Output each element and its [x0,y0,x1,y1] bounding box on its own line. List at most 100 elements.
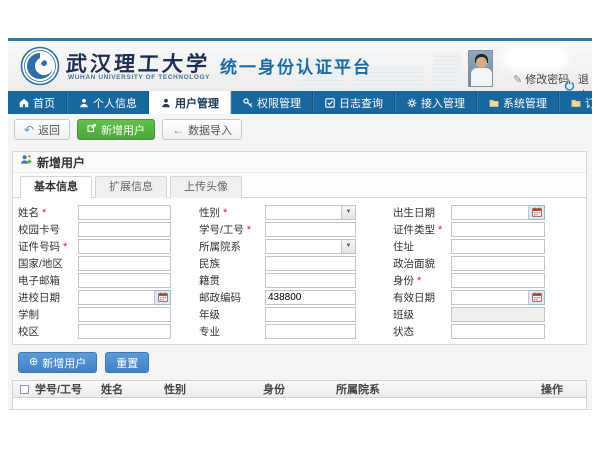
app-window: 武汉理工大学 WUHAN UNIVERSITY OF TECHNOLOGY 统一… [8,38,592,410]
field-label-id-number: 证件号码* [18,239,78,254]
field-label-student-id: 学号/工号* [199,222,265,237]
nav-label: 订阅管理 [585,95,600,111]
field-label-department: 所属院系 [199,239,265,254]
field-label-campus-card: 校园卡号 [18,222,78,237]
col-name: 姓名 [101,381,164,397]
avatar-face [476,57,487,68]
field-label-name: 姓名* [18,205,78,220]
col-identity: 身份 [263,381,336,397]
nav-item-system-management[interactable]: 系统管理 [477,91,559,114]
content-area: ↶ 返回 新增用户 ← 数据导入 新增用户 基本信息 扩展信息 上传头像 [8,114,592,410]
chevron-down-icon[interactable]: ▼ [342,239,356,254]
field-label-grade: 年级 [199,307,265,322]
required-marker: * [417,275,421,287]
native-place-input[interactable] [265,273,356,288]
form-actions: ⊕ 新增用户 重置 [18,352,149,373]
nav-label: 首页 [33,95,55,111]
political-status-input[interactable] [451,256,545,271]
left-arrow-icon: ← [172,124,184,136]
tab-upload-avatar[interactable]: 上传头像 [170,176,242,198]
nav-item-permission-management[interactable]: 权限管理 [231,91,313,114]
nav-label: 日志查询 [339,95,383,111]
birthdate-input[interactable] [451,205,529,220]
log-check-icon [325,98,335,108]
basic-info-form: 姓名* 性别* ▼ 出生日期 校园卡号 学号/工号* 证件类型* [18,205,581,341]
form-row: 学制 年级 班级 [18,307,581,321]
change-password-link[interactable]: ✎ 修改密码 [513,71,569,87]
new-window-plus-icon [87,123,97,136]
gear-icon [407,98,417,108]
field-label-political-status: 政治面貌 [393,256,451,271]
nav-item-home[interactable]: 首页 [8,91,67,114]
platform-title: 统一身份认证平台 [220,53,372,78]
department-select[interactable] [265,239,342,254]
ethnicity-input[interactable] [265,256,356,271]
calendar-icon[interactable] [155,290,171,305]
form-row: 证件号码* 所属院系 ▼ 住址 [18,239,581,253]
undo-arrow-icon: ↶ [24,124,34,136]
field-label-education-length: 学制 [18,307,78,322]
main-nav: 首页 个人信息 用户管理 权限管理 日志查询 接入管理 系统管理 订阅管理 [8,91,592,114]
class-input[interactable] [451,307,545,322]
nav-label: 个人信息 [93,95,137,111]
campus-input[interactable] [78,324,171,339]
select-all-checkbox[interactable] [20,385,29,394]
form-row: 进校日期 邮政编码 有效日期 [18,290,581,304]
add-user-toolbar-button[interactable]: 新增用户 [77,119,155,140]
field-label-campus: 校区 [18,324,78,339]
nav-item-subscription-management[interactable]: 订阅管理 [559,91,600,114]
education-length-input[interactable] [78,307,171,322]
calendar-icon[interactable] [529,290,545,305]
postal-code-input[interactable] [265,290,356,305]
university-name-en: WUHAN UNIVERSITY OF TECHNOLOGY [68,74,210,81]
col-operation: 操作 [541,381,586,397]
pencil-icon: ✎ [513,73,522,86]
data-import-button[interactable]: ← 数据导入 [162,119,242,140]
gender-select[interactable] [265,205,342,220]
add-user-panel: 新增用户 基本信息 扩展信息 上传头像 姓名* 性别* ▼ 出生日期 [12,151,587,345]
nav-item-personal-info[interactable]: 个人信息 [67,91,149,114]
col-student-id: 学号/工号 [35,381,101,397]
nav-item-access-management[interactable]: 接入管理 [395,91,477,114]
panel-header: 新增用户 [13,152,586,173]
major-input[interactable] [265,324,356,339]
logout-link[interactable]: 退出 [564,71,592,91]
field-label-status: 状态 [393,324,451,339]
nav-label: 权限管理 [257,95,301,111]
name-input[interactable] [78,205,171,220]
col-gender: 性别 [164,381,263,397]
required-marker: * [438,224,442,236]
id-number-input[interactable] [78,239,171,254]
nav-item-log-query[interactable]: 日志查询 [313,91,395,114]
panel-tabs: 基本信息 扩展信息 上传头像 [13,173,586,198]
form-row: 电子邮箱 籍贯 身份* [18,273,581,287]
back-button[interactable]: ↶ 返回 [14,119,70,140]
entry-date-input[interactable] [78,290,155,305]
nav-label: 用户管理 [175,95,219,111]
campus-card-input[interactable] [78,222,171,237]
identity-input[interactable] [451,273,545,288]
tab-extended-info[interactable]: 扩展信息 [95,176,167,198]
field-label-native-place: 籍贯 [199,273,265,288]
chevron-down-icon[interactable]: ▼ [342,205,356,220]
field-label-valid-date: 有效日期 [393,290,451,305]
email-input[interactable] [78,273,171,288]
avatar-shirt [471,68,492,87]
nav-item-user-management[interactable]: 用户管理 [149,91,231,114]
field-label-postal-code: 邮政编码 [199,290,265,305]
add-user-submit-button[interactable]: ⊕ 新增用户 [18,352,97,373]
users-icon [161,98,171,108]
field-label-entry-date: 进校日期 [18,290,78,305]
nav-label: 接入管理 [421,95,465,111]
grade-input[interactable] [265,307,356,322]
country-input[interactable] [78,256,171,271]
valid-date-input[interactable] [451,290,529,305]
required-marker: * [42,207,46,219]
calendar-icon[interactable] [529,205,545,220]
id-type-input[interactable] [451,222,545,237]
reset-button[interactable]: 重置 [105,352,149,373]
tab-basic-info[interactable]: 基本信息 [20,176,92,198]
student-id-input[interactable] [265,222,356,237]
status-input[interactable] [451,324,545,339]
address-input[interactable] [451,239,545,254]
